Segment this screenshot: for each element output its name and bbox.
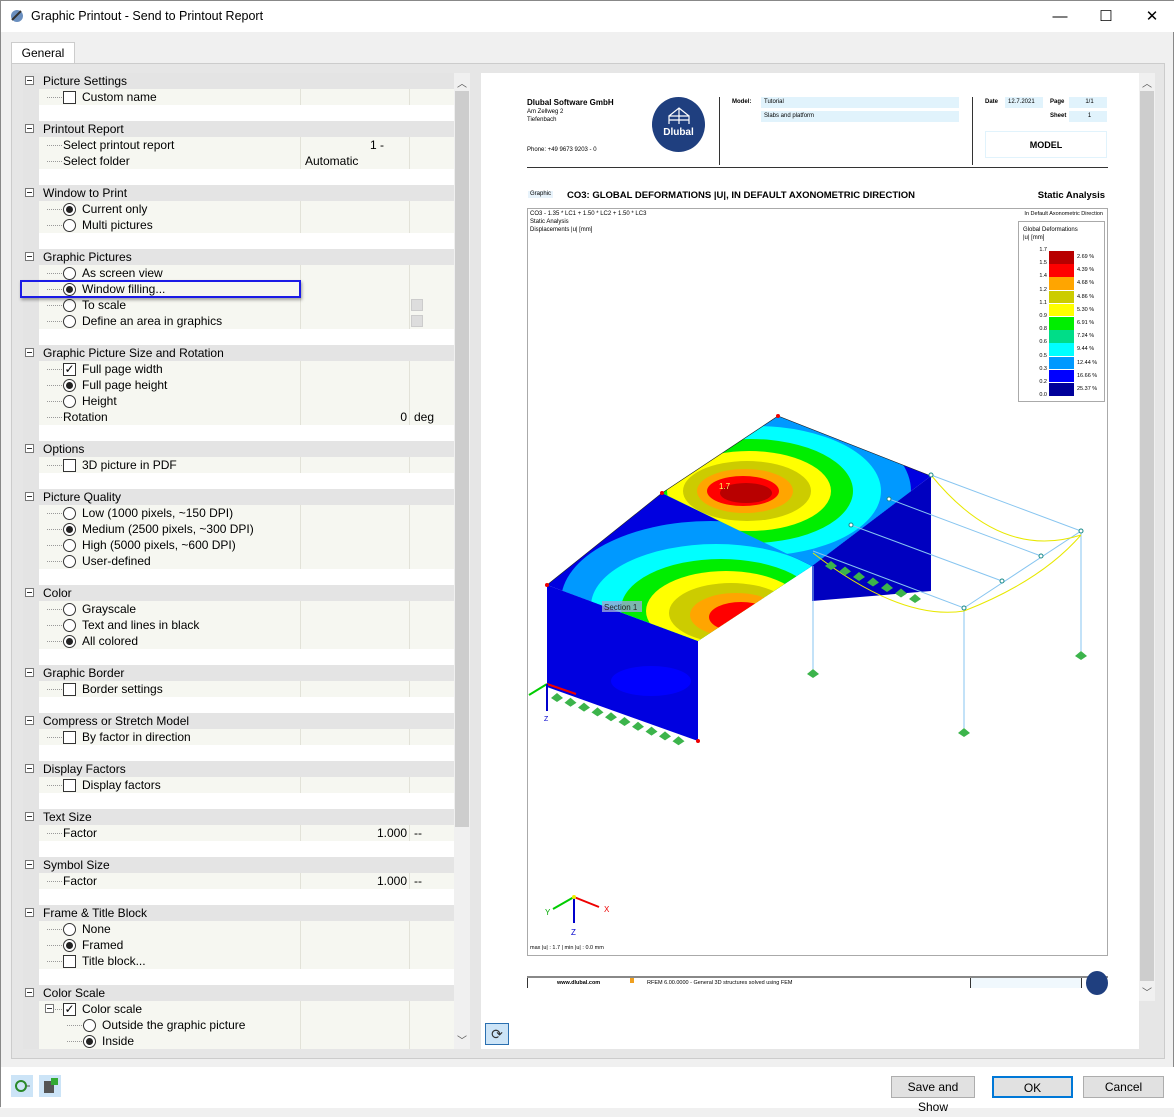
support-icon bbox=[672, 736, 685, 746]
support-icon bbox=[645, 726, 658, 736]
save-and-show-button[interactable]: Save and Show bbox=[891, 1076, 975, 1114]
save-settings-icon bbox=[44, 1078, 58, 1093]
support-icon bbox=[551, 693, 563, 702]
support-icon bbox=[605, 712, 617, 722]
cancel-button[interactable]: Cancel bbox=[1083, 1076, 1164, 1098]
load-settings-icon bbox=[15, 1080, 30, 1092]
refresh-icon: ⟳ bbox=[491, 1026, 503, 1042]
save-settings-button[interactable] bbox=[39, 1075, 61, 1097]
support-icon bbox=[632, 721, 644, 731]
axis-z-label: Z bbox=[544, 716, 549, 723]
page-footer: www.dlubal.com RFEM 6.00.0000 - General … bbox=[527, 976, 1108, 988]
support-icon bbox=[958, 728, 970, 737]
deformation-model-graphic: 1.7 Section 1 Z X Y Z bbox=[528, 414, 1087, 937]
support-icon bbox=[909, 594, 921, 603]
support-icon bbox=[1075, 651, 1087, 660]
axis-z-label: Z bbox=[571, 928, 576, 937]
support-icon bbox=[578, 702, 590, 712]
min-max-summary: max |u| : 1.7 | min |u| : 0.0 mm bbox=[530, 945, 604, 951]
footer-website: www.dlubal.com bbox=[557, 980, 601, 986]
support-icon bbox=[591, 707, 604, 717]
footer-software: RFEM 6.00.0000 - General 3D structures s… bbox=[647, 980, 793, 986]
axis-y-label: Y bbox=[545, 908, 551, 917]
support-icon bbox=[659, 731, 671, 741]
ok-button[interactable]: OK bbox=[992, 1076, 1073, 1098]
axis-x-label: X bbox=[604, 905, 610, 914]
load-settings-button[interactable] bbox=[11, 1075, 33, 1097]
refresh-preview-button[interactable]: ⟳ bbox=[485, 1023, 509, 1045]
axis-triad bbox=[552, 895, 600, 923]
support-icon bbox=[807, 669, 819, 678]
support-icon bbox=[618, 717, 631, 726]
dlubal-footer-logo bbox=[1086, 971, 1108, 995]
support-icon bbox=[564, 697, 577, 707]
max-value-label: 1.7 bbox=[719, 482, 731, 491]
section-label: Section 1 bbox=[604, 603, 638, 612]
